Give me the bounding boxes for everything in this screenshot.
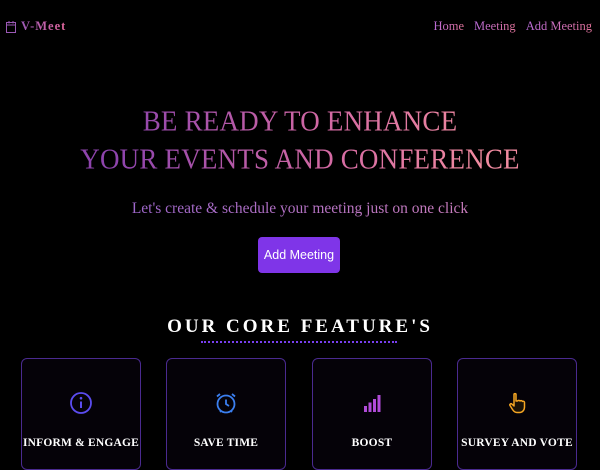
pointing-hand-icon: [509, 392, 526, 414]
info-icon: [70, 392, 92, 414]
calendar-icon: [6, 20, 16, 33]
feature-label: BOOST: [351, 437, 393, 449]
hero-title-line2: YOUR EVENTS AND CONFERENCE: [80, 143, 520, 175]
features-title-underline: [201, 341, 397, 343]
brand-name: V-Meet: [21, 19, 67, 33]
brand[interactable]: V-Meet: [6, 19, 66, 34]
feature-card-inform[interactable]: INFORM & ENGAGE: [21, 358, 141, 470]
hero-subtitle: Let's create & schedule your meeting jus…: [0, 200, 600, 218]
navbar: V-Meet Home Meeting Add Meeting: [0, 0, 600, 56]
hero-title: BE READY TO ENHANCE YOUR EVENTS AND CONF…: [0, 102, 600, 178]
hero-title-line1: BE READY TO ENHANCE: [142, 105, 458, 137]
feature-card-boost[interactable]: BOOST: [312, 358, 432, 470]
features-title: OUR CORE FEATURE'S: [167, 316, 433, 337]
feature-card-survey[interactable]: SURVEY AND VOTE: [457, 358, 577, 470]
nav-home-link[interactable]: Home: [433, 19, 464, 34]
features-cards: INFORM & ENGAGE SAVE TIME BOOST SURVEY A…: [0, 356, 600, 470]
add-meeting-button[interactable]: Add Meeting: [258, 237, 340, 273]
nav-links: Home Meeting Add Meeting: [433, 19, 592, 34]
nav-meeting-link[interactable]: Meeting: [474, 19, 516, 34]
feature-label: SURVEY AND VOTE: [461, 437, 573, 449]
feature-label: SAVE TIME: [193, 437, 259, 449]
alarm-clock-icon: [216, 393, 236, 414]
signal-bars-icon: [364, 395, 381, 412]
feature-label: INFORM & ENGAGE: [22, 437, 140, 449]
feature-card-save-time[interactable]: SAVE TIME: [166, 358, 286, 470]
nav-add-meeting-link[interactable]: Add Meeting: [526, 19, 592, 34]
